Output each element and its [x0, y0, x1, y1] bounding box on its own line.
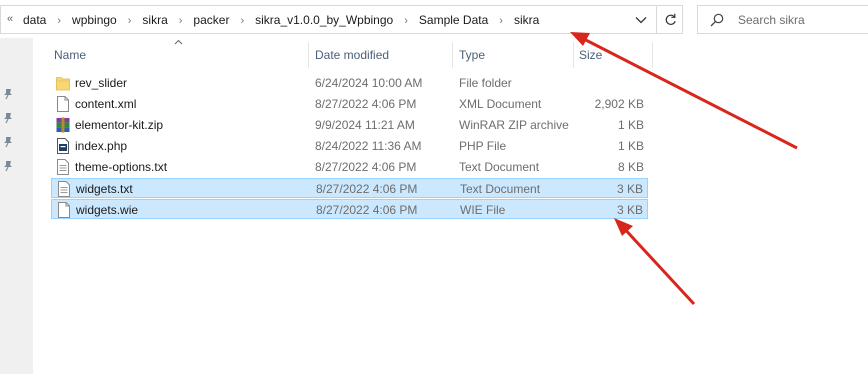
annotation-arrow-address [570, 32, 798, 150]
annotation-arrows [570, 32, 798, 306]
annotation-arrow-files [614, 218, 696, 306]
